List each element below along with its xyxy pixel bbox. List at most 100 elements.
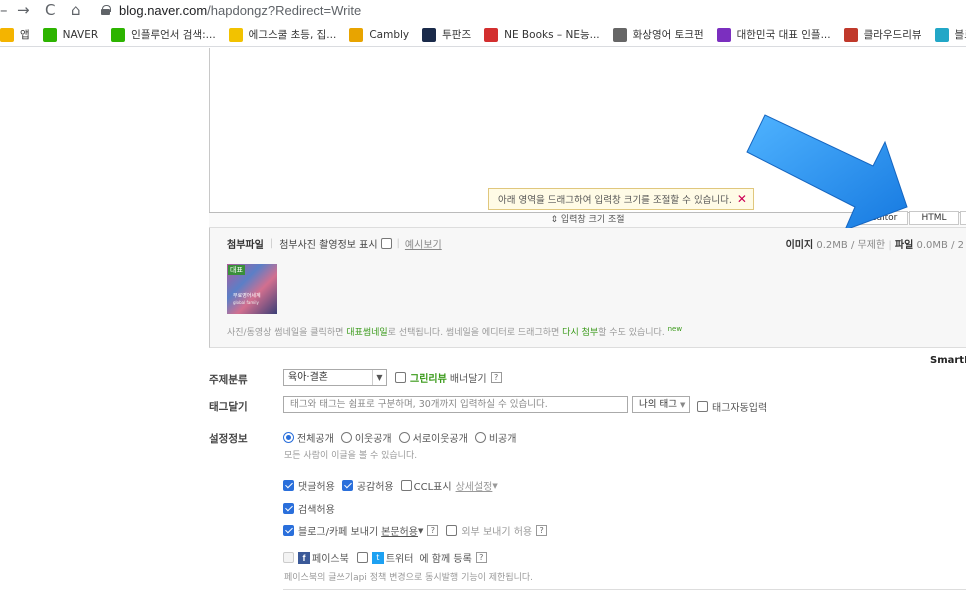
bookmark-label: 대한민국 대표 인플...: [736, 29, 831, 41]
bookmark-label: 화상영어 토크펀: [632, 29, 704, 41]
url-host: blog.naver.com: [119, 2, 208, 18]
bookmark-item[interactable]: 투판즈: [422, 23, 471, 46]
blog-cafe-checkbox[interactable]: [283, 525, 294, 536]
bookmark-item[interactable]: 블로그차: [934, 23, 966, 46]
visibility-all-label: 전체공개: [297, 434, 334, 445]
bookmark-label: 블로그차: [954, 29, 966, 41]
comment-label: 댓글허용: [298, 482, 335, 493]
back-arrow-icon[interactable]: –: [0, 1, 8, 19]
tab-extra[interactable]: [960, 211, 966, 225]
cambly-icon: [349, 27, 364, 42]
representative-badge: 대표: [228, 265, 245, 275]
folder-icon: [228, 27, 243, 42]
smart-editor-label: SmartE: [930, 355, 966, 366]
like-checkbox[interactable]: [341, 480, 353, 491]
bookmarks-bar: 앱 NAVER 인플루언서 검색:... 에그스쿨 초등, 집... Cambly 투판즈…: [0, 23, 966, 47]
like-label: 공감허용: [356, 482, 394, 493]
bookmark-label: 앱: [20, 29, 30, 41]
image-limit: 무제한: [857, 240, 886, 251]
visibility-radio-mutual[interactable]: [398, 432, 410, 443]
bookmark-item[interactable]: 클라우드리뷰: [843, 23, 922, 46]
green-review-checkbox[interactable]: [395, 372, 406, 383]
category-select[interactable]: 육아·결혼 ▼: [283, 369, 387, 386]
help-icon[interactable]: ?: [490, 372, 502, 383]
reload-icon[interactable]: C: [45, 1, 55, 19]
bookmark-item[interactable]: NE Books – NE능...: [484, 23, 600, 46]
auto-tag-checkbox[interactable]: [697, 401, 708, 412]
cloud-review-icon: [843, 27, 858, 42]
forward-arrow-icon[interactable]: →: [17, 1, 30, 19]
attachment-usage: 이미지 0.2MB / 무제한 | 파일 0.0MB / 2: [785, 240, 964, 251]
visibility-radio-all[interactable]: [283, 432, 294, 443]
divider: [283, 589, 966, 590]
ccl-label: CCL표시: [413, 482, 452, 493]
attachment-panel: 첨부파일 | 첨부사진 촬영정보 표시 | 예시보기 이미지 0.2MB / 무…: [209, 228, 966, 348]
thumbnail-text: 무료영어세계: [233, 293, 261, 299]
apps-icon: [0, 27, 14, 42]
note-text-end: 할 수도 있습니다.: [598, 328, 665, 338]
search-label: 검색허용: [298, 505, 335, 516]
url-path: /hapdongz?Redirect=Write: [207, 2, 362, 18]
visibility-mutual-label: 서로이웃공개: [412, 434, 468, 445]
category-value: 육아·결혼: [288, 372, 328, 383]
comment-row: 댓글허용 공감허용 CCL표시 상세설정 ▼: [283, 478, 498, 493]
thumbnail-subtext: global family: [233, 300, 259, 305]
bookmark-item[interactable]: 화상영어 토크펀: [612, 23, 704, 46]
sns-row: f 페이스북 t 트위터 에 함께 등록 ?: [283, 550, 487, 565]
visibility-neighbors-label: 이웃공개: [354, 434, 392, 445]
bookmark-item[interactable]: 인플루언서 검색:...: [111, 23, 216, 46]
comment-checkbox[interactable]: [283, 480, 294, 491]
ne-icon: [484, 27, 499, 42]
note-reattach: 다시 첨부: [562, 328, 599, 338]
bookmark-item[interactable]: 앱: [0, 23, 30, 46]
twitter-icon: t: [371, 551, 384, 564]
visibility-private-label: 비공개: [488, 434, 517, 445]
green-review-label: 그린리뷰: [410, 374, 447, 385]
resize-label: 입력창 크기 조절: [560, 215, 625, 225]
external-send-checkbox[interactable]: [446, 525, 458, 536]
bookmark-item[interactable]: 대한민국 대표 인플...: [716, 23, 831, 46]
tag-input[interactable]: 태그와 태그는 쉼표로 구분하며, 30개까지 입력하실 수 있습니다.: [283, 396, 628, 413]
detail-setting-link[interactable]: 상세설정: [456, 478, 493, 493]
example-link[interactable]: 예시보기: [405, 236, 442, 251]
auto-tag-label: 태그자동입력: [712, 403, 768, 414]
address-bar[interactable]: blog.naver.com/hapdongz?Redirect=Write: [101, 1, 361, 19]
naver-icon: [111, 27, 126, 42]
twitter-checkbox[interactable]: [356, 552, 368, 563]
browser-toolbar: – → C ⌂ blog.naver.com/hapdongz?Redirect…: [0, 0, 966, 21]
bookmark-item[interactable]: Cambly: [349, 23, 410, 46]
home-icon[interactable]: ⌂: [71, 1, 81, 19]
tags-label: 태그달기: [209, 401, 248, 413]
help-icon[interactable]: ?: [536, 525, 548, 536]
resize-tooltip-text: 아래 영역을 드래그하여 입력창 크기를 조절할 수 있습니다.: [498, 195, 732, 206]
bookmark-item[interactable]: 에그스쿨 초등, 집...: [228, 23, 336, 46]
exif-checkbox[interactable]: [380, 238, 392, 249]
settings-label: 설정정보: [209, 433, 248, 445]
my-tags-button[interactable]: 나의 태그 ▼: [632, 396, 690, 413]
visibility-radio-neighbors[interactable]: [340, 432, 352, 443]
bookmark-item[interactable]: NAVER: [42, 23, 98, 46]
help-icon[interactable]: ?: [475, 552, 487, 563]
chevron-down-icon: ▼: [680, 401, 686, 409]
original-allow-link[interactable]: 본문허용: [381, 523, 418, 538]
attachment-note: 사진/동영상 썸네일을 클릭하면 대표썸네일로 선택됩니다. 썸네일을 에디터로…: [227, 325, 682, 338]
note-representative: 대표썸네일: [346, 328, 388, 338]
facebook-label: 페이스북: [312, 554, 349, 565]
tab-html[interactable]: HTML: [909, 211, 959, 225]
facebook-icon: f: [298, 551, 310, 564]
pointer-arrow-icon: [746, 114, 908, 231]
attachment-header: 첨부파일 | 첨부사진 촬영정보 표시 | 예시보기: [227, 236, 442, 251]
register-with-label: 에 함께 등록: [419, 554, 472, 565]
category-label: 주제분류: [209, 374, 248, 386]
image-label: 이미지: [785, 240, 814, 251]
help-icon[interactable]: ?: [427, 525, 439, 536]
facebook-checkbox[interactable]: [283, 552, 294, 563]
file-extra: / 2: [951, 240, 964, 251]
search-checkbox[interactable]: [283, 503, 294, 514]
attachment-thumbnail[interactable]: 대표 무료영어세계 global family: [227, 264, 277, 314]
bookmark-label: 인플루언서 검색:...: [131, 29, 216, 41]
bookmark-label: NE Books – NE능...: [504, 29, 600, 41]
bookmark-label: Cambly: [369, 28, 410, 41]
visibility-radio-private[interactable]: [474, 432, 486, 443]
ccl-checkbox[interactable]: [400, 480, 412, 491]
